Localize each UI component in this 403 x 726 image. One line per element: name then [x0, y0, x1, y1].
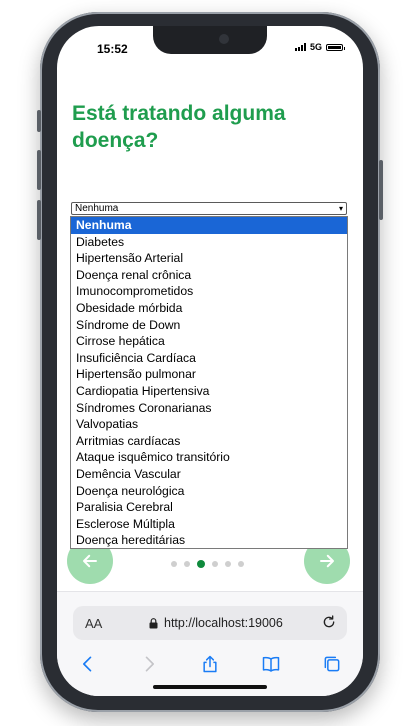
- home-indicator: [153, 685, 267, 689]
- option-cardiopatia-hipertensiva[interactable]: Cardiopatia Hipertensiva: [71, 383, 347, 400]
- reload-icon[interactable]: [321, 614, 337, 630]
- url-display: http://localhost:19006: [149, 616, 283, 630]
- page-dot-active[interactable]: [197, 560, 205, 568]
- option-doenca-neurologica[interactable]: Doença neurológica: [71, 483, 347, 500]
- network-label: 5G: [309, 42, 322, 52]
- chevron-right-icon[interactable]: [139, 654, 159, 674]
- browser-toolbar: AA http://localhost:19006: [57, 591, 363, 696]
- option-doenca-hereditarias[interactable]: Doença hereditárias: [71, 532, 347, 549]
- page-dot[interactable]: [184, 561, 190, 567]
- condition-select[interactable]: Nenhuma ▾: [71, 202, 347, 215]
- option-esclerose-multipla[interactable]: Esclerose Múltipla: [71, 516, 347, 533]
- option-sindrome-de-down[interactable]: Síndrome de Down: [71, 317, 347, 334]
- status-indicators: 5G: [294, 42, 345, 52]
- option-hipertensao-pulmonar[interactable]: Hipertensão pulmonar: [71, 366, 347, 383]
- option-imunocomprometidos[interactable]: Imunocomprometidos: [71, 283, 347, 300]
- mute-switch: [37, 110, 41, 132]
- page-dot[interactable]: [171, 561, 177, 567]
- option-insuficiencia-cardiaca[interactable]: Insuficiência Cardíaca: [71, 350, 347, 367]
- option-arritmias-cardiacas[interactable]: Arritmias cardíacas: [71, 433, 347, 450]
- option-hipertensao-arterial[interactable]: Hipertensão Arterial: [71, 250, 347, 267]
- option-sindromes-coronarianas[interactable]: Síndromes Coronarianas: [71, 400, 347, 417]
- lock-icon: [149, 617, 158, 628]
- page-dot[interactable]: [212, 561, 218, 567]
- option-obesidade-morbida[interactable]: Obesidade mórbida: [71, 300, 347, 317]
- page-dot[interactable]: [238, 561, 244, 567]
- page-indicator: [171, 560, 244, 568]
- arrow-right-icon: [320, 554, 334, 568]
- camera-icon: [219, 34, 229, 44]
- signal-icon: [294, 43, 306, 51]
- option-demencia-vascular[interactable]: Demência Vascular: [71, 466, 347, 483]
- text-size-button[interactable]: AA: [85, 616, 102, 631]
- battery-icon: [326, 43, 345, 51]
- phone-screen: 15:52 5G Está tratando alguma doença? Ne…: [57, 26, 363, 696]
- address-bar[interactable]: AA http://localhost:19006: [73, 606, 347, 640]
- arrow-left-icon: [83, 554, 97, 568]
- volume-up-button: [37, 150, 41, 190]
- option-diabetes[interactable]: Diabetes: [71, 234, 347, 251]
- notch: [153, 26, 267, 54]
- status-time: 15:52: [97, 42, 128, 56]
- option-valvopatias[interactable]: Valvopatias: [71, 416, 347, 433]
- volume-down-button: [37, 200, 41, 240]
- book-icon[interactable]: [261, 654, 281, 674]
- page-dot[interactable]: [225, 561, 231, 567]
- select-value: Nenhuma: [75, 203, 119, 214]
- chevron-down-icon: ▾: [338, 204, 343, 213]
- question-title: Está tratando alguma doença?: [72, 102, 286, 152]
- option-paralisia-cerebral[interactable]: Paralisia Cerebral: [71, 499, 347, 516]
- power-button: [379, 160, 383, 220]
- browser-nav-toolbar: [57, 654, 363, 674]
- condition-dropdown-list: Nenhuma Diabetes Hipertensão Arterial Do…: [70, 216, 348, 549]
- tabs-icon[interactable]: [322, 654, 342, 674]
- option-nenhuma[interactable]: Nenhuma: [71, 217, 347, 234]
- share-icon[interactable]: [200, 654, 220, 674]
- chevron-left-icon[interactable]: [78, 654, 98, 674]
- url-text: http://localhost:19006: [164, 616, 283, 630]
- option-doenca-renal-cronica[interactable]: Doença renal crônica: [71, 267, 347, 284]
- option-cirrose-hepatica[interactable]: Cirrose hepática: [71, 333, 347, 350]
- option-ataque-isquemico-transitorio[interactable]: Ataque isquêmico transitório: [71, 449, 347, 466]
